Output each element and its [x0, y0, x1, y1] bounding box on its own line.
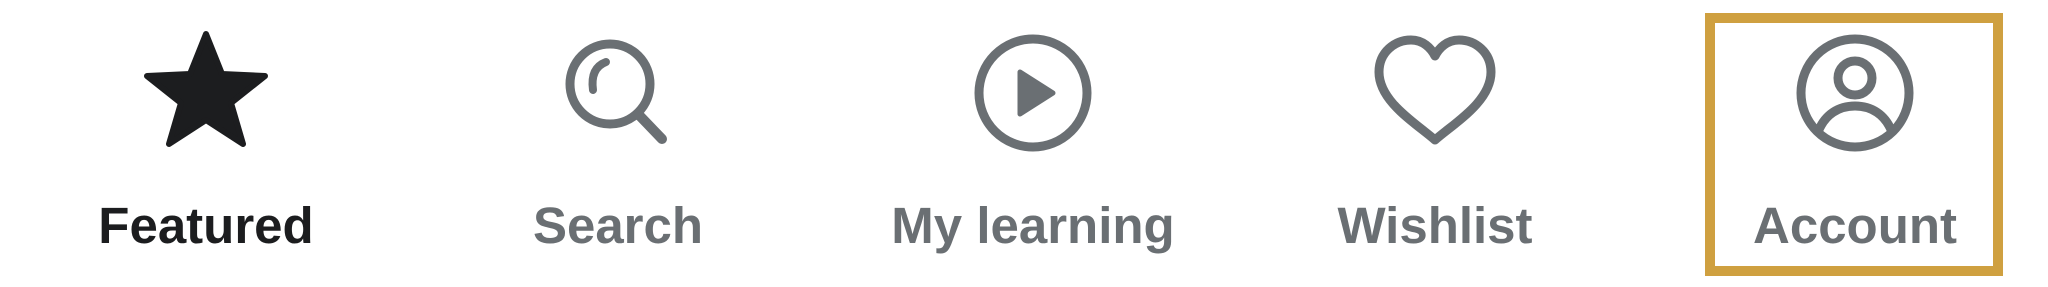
tab-label-search: Search — [532, 197, 704, 254]
star-icon — [56, 28, 356, 158]
heart-icon — [1285, 28, 1585, 158]
tab-my-learning[interactable]: My learning — [848, 0, 1218, 287]
bottom-tab-bar: Featured Search My learning Wishlist Acc… — [0, 0, 2048, 287]
tab-account[interactable]: Account — [1705, 0, 2005, 287]
tab-label-wishlist: Wishlist — [1337, 197, 1533, 254]
play-circle-icon — [848, 28, 1218, 158]
tab-label-account: Account — [1753, 197, 1957, 254]
account-circle-icon — [1705, 28, 2005, 158]
tab-featured[interactable]: Featured — [56, 0, 356, 287]
tab-wishlist[interactable]: Wishlist — [1285, 0, 1585, 287]
search-icon — [468, 28, 768, 158]
tab-label-featured: Featured — [98, 197, 314, 254]
tab-search[interactable]: Search — [468, 0, 768, 287]
tab-label-my-learning: My learning — [891, 197, 1175, 254]
